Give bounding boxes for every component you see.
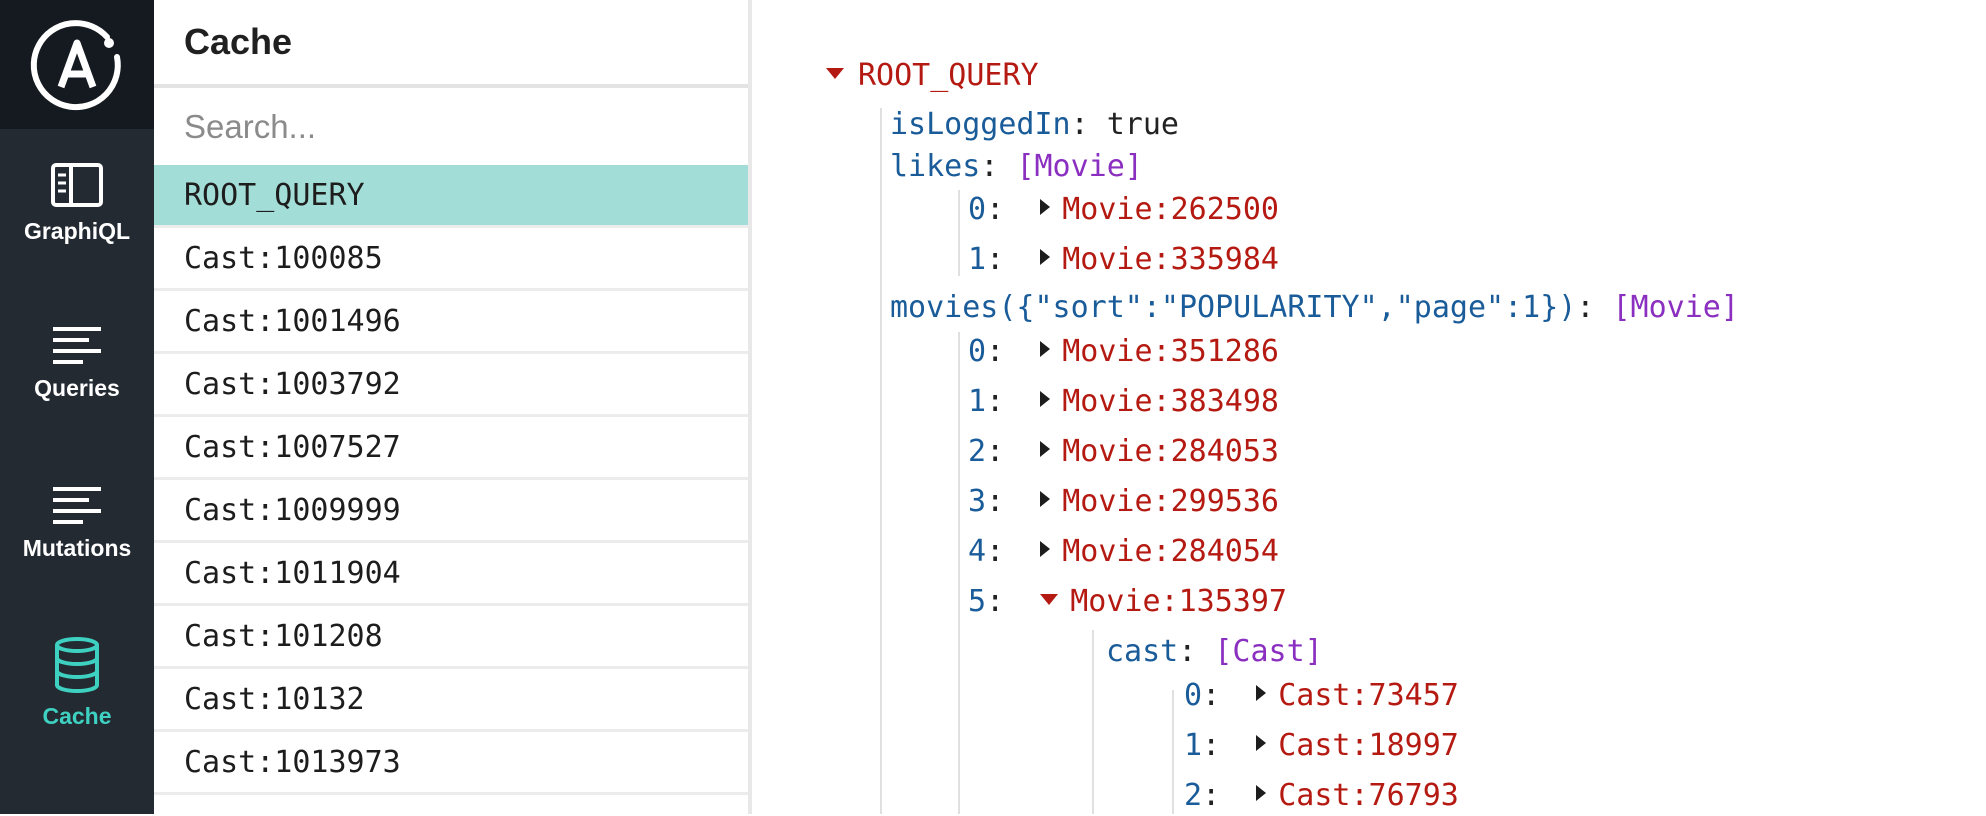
field-type: [Movie] [1016,149,1143,184]
item-index: 1 [968,242,987,277]
rail-label-graphiql: GraphiQL [23,217,131,244]
item-ref[interactable]: Movie:335984 [1062,242,1279,277]
cache-panel: Cache ROOT_QUERY Cast:100085 Cast:100149… [154,0,752,814]
search-input[interactable] [154,88,748,165]
expand-triangle-icon[interactable] [1256,734,1267,751]
expand-triangle-icon[interactable] [1040,440,1051,457]
list-item[interactable]: Cast:1009999 [154,480,748,543]
list-item[interactable]: Cast:1011904 [154,543,748,606]
expand-triangle-icon[interactable] [1040,340,1051,357]
field-key: isLoggedIn [890,107,1071,142]
list-item[interactable]: Cast:100085 [154,228,748,291]
list-item[interactable]: Cast:101208 [154,606,748,669]
item-ref[interactable]: Movie:262500 [1062,192,1279,227]
tree-item[interactable]: 4: Movie:284054 [968,532,1279,572]
item-index: 0 [968,192,987,227]
graphiql-icon [51,162,103,207]
database-icon [55,636,99,693]
item-index: 5 [968,584,987,619]
tree-field-isloggedin: isLoggedIn: true [890,107,1179,142]
expand-triangle-icon[interactable] [1040,490,1051,507]
item-ref[interactable]: Movie:135397 [1070,584,1287,619]
tree-item[interactable]: 2: Movie:284053 [968,432,1279,472]
tree-guide-cast [1172,690,1174,814]
tree-item[interactable]: 1: Movie:383498 [968,382,1279,422]
apollo-logo[interactable] [0,0,154,129]
item-ref[interactable]: Cast:18997 [1278,728,1459,763]
tree-guide-likes [958,190,960,276]
item-index: 4 [968,534,987,569]
sidebar-rail: GraphiQL Queries Mutations Cache [0,0,154,814]
item-index: 1 [1184,728,1203,763]
expand-triangle-icon[interactable] [1040,248,1051,265]
item-ref[interactable]: Movie:284054 [1062,534,1279,569]
field-key: cast [1106,634,1179,669]
item-ref[interactable]: Movie:351286 [1062,334,1279,369]
list-item[interactable]: Cast:1007527 [154,417,748,480]
tree-item[interactable]: 1: Cast:18997 [1184,726,1459,766]
tree-guide-root [880,108,882,814]
apollo-logo-icon [30,19,121,110]
expand-triangle-icon[interactable] [1256,684,1267,701]
field-key: movies({"sort":"POPULARITY","page":1}) [890,290,1577,325]
item-index: 2 [968,434,987,469]
item-ref[interactable]: Movie:299536 [1062,484,1279,519]
expand-triangle-icon[interactable] [1256,784,1267,801]
field-type: [Cast] [1214,634,1323,669]
expand-triangle-icon[interactable] [1040,540,1051,557]
tree-field-movies: movies({"sort":"POPULARITY","page":1}): … [890,290,1739,325]
item-index: 0 [968,334,987,369]
item-ref[interactable]: Cast:76793 [1278,778,1459,813]
item-index: 3 [968,484,987,519]
rail-label-mutations: Mutations [22,534,132,561]
field-value: true [1106,107,1179,142]
item-index: 1 [968,384,987,419]
field-type: [Movie] [1612,290,1739,325]
list-item[interactable]: Cast:1013973 [154,732,748,795]
mutations-icon [53,486,101,524]
queries-icon [53,326,101,364]
rail-item-queries[interactable]: Queries [0,298,154,428]
rail-item-graphiql[interactable]: GraphiQL [0,138,154,268]
item-ref[interactable]: Movie:383498 [1062,384,1279,419]
tree-item[interactable]: 0: Movie:262500 [968,190,1279,230]
cache-list: ROOT_QUERY Cast:100085 Cast:1001496 Cast… [154,165,748,795]
list-item[interactable]: Cast:1003792 [154,354,748,417]
list-item[interactable]: Cast:10132 [154,669,748,732]
panel-title: Cache [154,0,748,88]
tree-item[interactable]: 2: Cast:76793 [1184,776,1459,816]
rail-item-cache[interactable]: Cache [0,618,154,748]
item-ref[interactable]: Cast:73457 [1278,678,1459,713]
list-item-root-query[interactable]: ROOT_QUERY [154,165,748,228]
tree-item[interactable]: 1: Movie:335984 [968,240,1279,280]
tree-item[interactable]: 0: Cast:73457 [1184,676,1459,716]
expand-triangle-icon[interactable] [1040,390,1051,407]
tree-field-likes: likes: [Movie] [890,149,1143,184]
field-key: likes [890,149,981,184]
tree-guide-movie [1092,630,1094,814]
item-index: 0 [1184,678,1203,713]
tree-guide-movies [958,332,960,814]
tree-item[interactable]: 0: Movie:351286 [968,332,1279,372]
collapse-triangle-icon[interactable] [826,68,844,79]
expand-triangle-icon[interactable] [1040,198,1051,215]
item-ref[interactable]: Movie:284053 [1062,434,1279,469]
tree-field-cast: cast: [Cast] [1106,634,1323,669]
rail-item-mutations[interactable]: Mutations [0,458,154,588]
tree-item-expanded[interactable]: 5: Movie:135397 [968,582,1287,622]
rail-label-queries: Queries [34,374,120,401]
list-item[interactable]: Cast:1001496 [154,291,748,354]
collapse-triangle-icon[interactable] [1040,594,1059,605]
tree-node-root[interactable]: ROOT_QUERY [826,56,1039,96]
item-index: 2 [1184,778,1203,813]
tree-root-label: ROOT_QUERY [858,58,1039,93]
rail-label-cache: Cache [42,702,112,729]
tree-item[interactable]: 3: Movie:299536 [968,482,1279,522]
